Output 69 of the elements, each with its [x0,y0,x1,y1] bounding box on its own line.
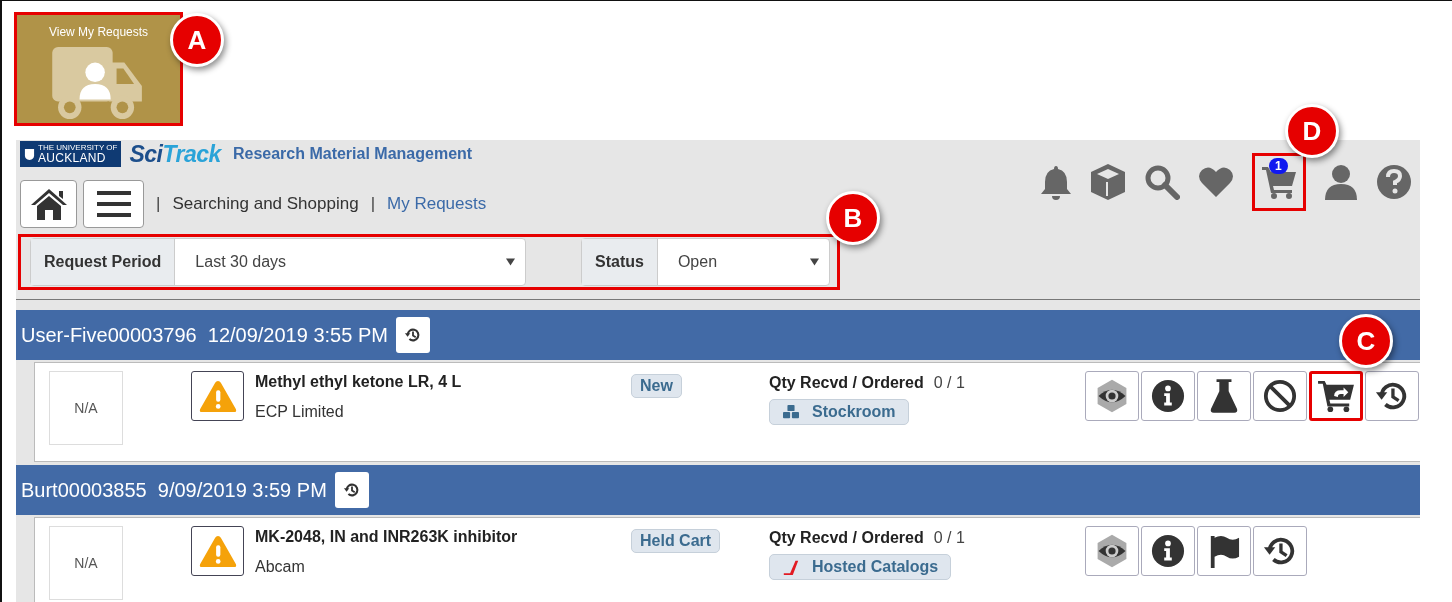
quantity-label: Qty Recvd / Ordered [769,374,924,392]
boxes-icon [782,404,800,420]
status-tag: Held Cart [631,529,721,553]
filter-dropdown[interactable]: Open [657,239,829,285]
app-subtitle: Research Material Management [232,145,473,163]
warning-icon [198,534,237,568]
ban-button[interactable] [1253,371,1307,421]
ban-icon [1263,379,1297,413]
info-icon [1151,534,1185,568]
breadcrumb-text: Searching and Shopping [172,194,359,214]
history-button[interactable] [1365,371,1419,421]
crest-icon [24,147,35,161]
no-image-text: N/A [74,400,98,416]
supplier-name: ECP Limited [255,403,345,421]
callout-marker: A [170,13,224,67]
filter-dropdown[interactable]: Last 30 days [175,239,525,285]
info-button[interactable] [1141,526,1195,576]
info-button[interactable] [1141,371,1195,421]
flask-button[interactable] [1197,371,1251,421]
dropdown-caret-icon [810,258,819,266]
hosted-catalog-icon [782,558,800,576]
quantity-value: 0 / 1 [933,529,965,547]
info-icon [1151,379,1185,413]
menu-icon [96,190,131,218]
filter-label: Request Period [31,239,176,285]
warning-icon [198,379,237,413]
cart-return-button[interactable] [1309,371,1363,421]
source-tag: Hosted Catalogs [769,554,952,580]
item-name: MK-2048, IN and INR263K inhibitor [255,528,519,546]
eye-button[interactable] [1085,371,1139,421]
history-button[interactable] [1253,526,1307,576]
history-icon [403,326,422,344]
menu-button[interactable] [83,180,144,228]
item-name: Methyl ethyl ketone LR, 4 L [255,373,463,391]
breadcrumb-separator: | [156,194,161,214]
cart-count-badge: 1 [1269,158,1288,174]
user-icon[interactable] [1324,164,1358,200]
callout-marker: D [1285,104,1339,158]
supplier-name: Abcam [255,558,306,576]
bell-icon[interactable] [1040,164,1072,200]
history-icon [342,481,361,499]
university-name: AUCKLAND [38,152,107,164]
university-caption: THE UNIVERSITY OF [38,144,118,152]
tile-label: View My Requests [48,25,149,39]
request-title: Burt00003855 9/09/2019 3:59 PM [21,478,327,502]
product-logo: SciTrack [129,140,221,168]
cube-icon[interactable] [1090,163,1126,201]
home-button[interactable] [20,180,77,228]
quantity-label: Qty Recvd / Ordered [769,529,924,547]
search-icon[interactable] [1144,164,1180,200]
flask-icon [1210,378,1238,414]
callout-marker: B [826,191,880,245]
breadcrumb-link[interactable]: My Requests [387,194,487,214]
flag-icon [1208,534,1240,568]
no-image-text: N/A [74,555,98,571]
source-tag: Stockroom [769,399,909,425]
history-button[interactable] [395,317,430,353]
status-tag: New [631,374,682,398]
filter-label: Status [582,239,658,285]
dropdown-caret-icon [506,258,515,266]
request-title: User-Five00003796 12/09/2019 3:55 PM [21,323,388,347]
help-icon[interactable] [1376,164,1412,200]
eye-button[interactable] [1085,526,1139,576]
history-button[interactable] [334,472,369,508]
quantity-value: 0 / 1 [933,374,965,392]
heart-icon[interactable] [1198,166,1234,198]
flag-button[interactable] [1197,526,1251,576]
cart-arrow-icon [1317,379,1355,413]
breadcrumb-separator: | [370,194,376,214]
